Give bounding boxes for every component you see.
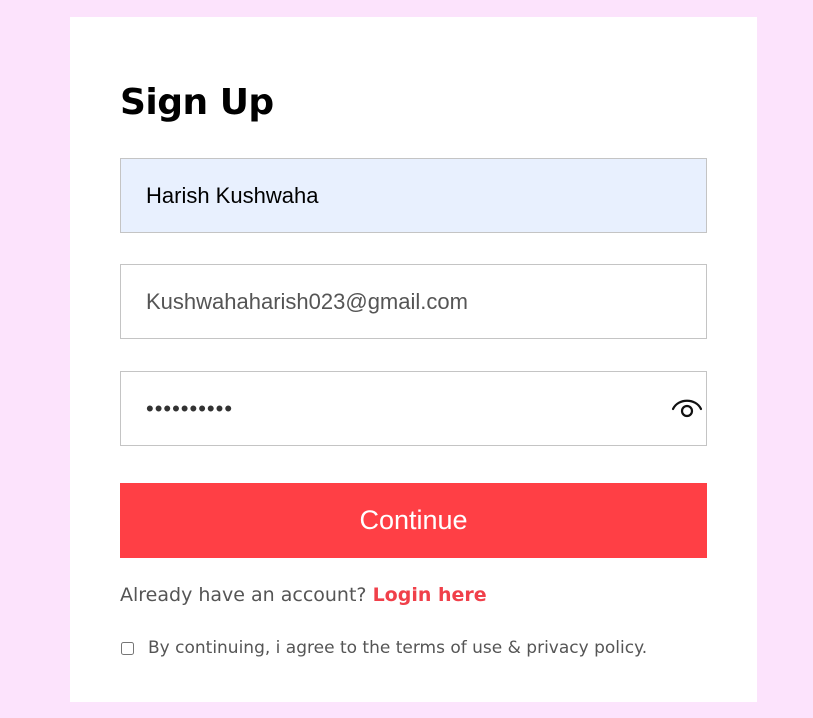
terms-row: By continuing, i agree to the terms of u… — [120, 638, 647, 658]
password-field — [120, 371, 707, 446]
login-link[interactable]: Login here — [373, 584, 487, 606]
account-prompt-text: Already have an account? — [120, 584, 367, 606]
email-field — [120, 264, 707, 339]
continue-button[interactable]: Continue — [120, 483, 707, 558]
password-input[interactable] — [121, 372, 706, 445]
name-input[interactable] — [121, 159, 706, 232]
email-input[interactable] — [121, 265, 706, 338]
login-prompt: Already have an account? Login here — [120, 584, 487, 606]
name-field — [120, 158, 707, 233]
eye-icon[interactable] — [670, 396, 704, 422]
signup-card: Sign Up Continue Already have an account… — [70, 17, 757, 702]
terms-label: By continuing, i agree to the terms of u… — [148, 638, 648, 658]
terms-checkbox[interactable] — [121, 641, 134, 655]
page-title: Sign Up — [120, 82, 274, 123]
